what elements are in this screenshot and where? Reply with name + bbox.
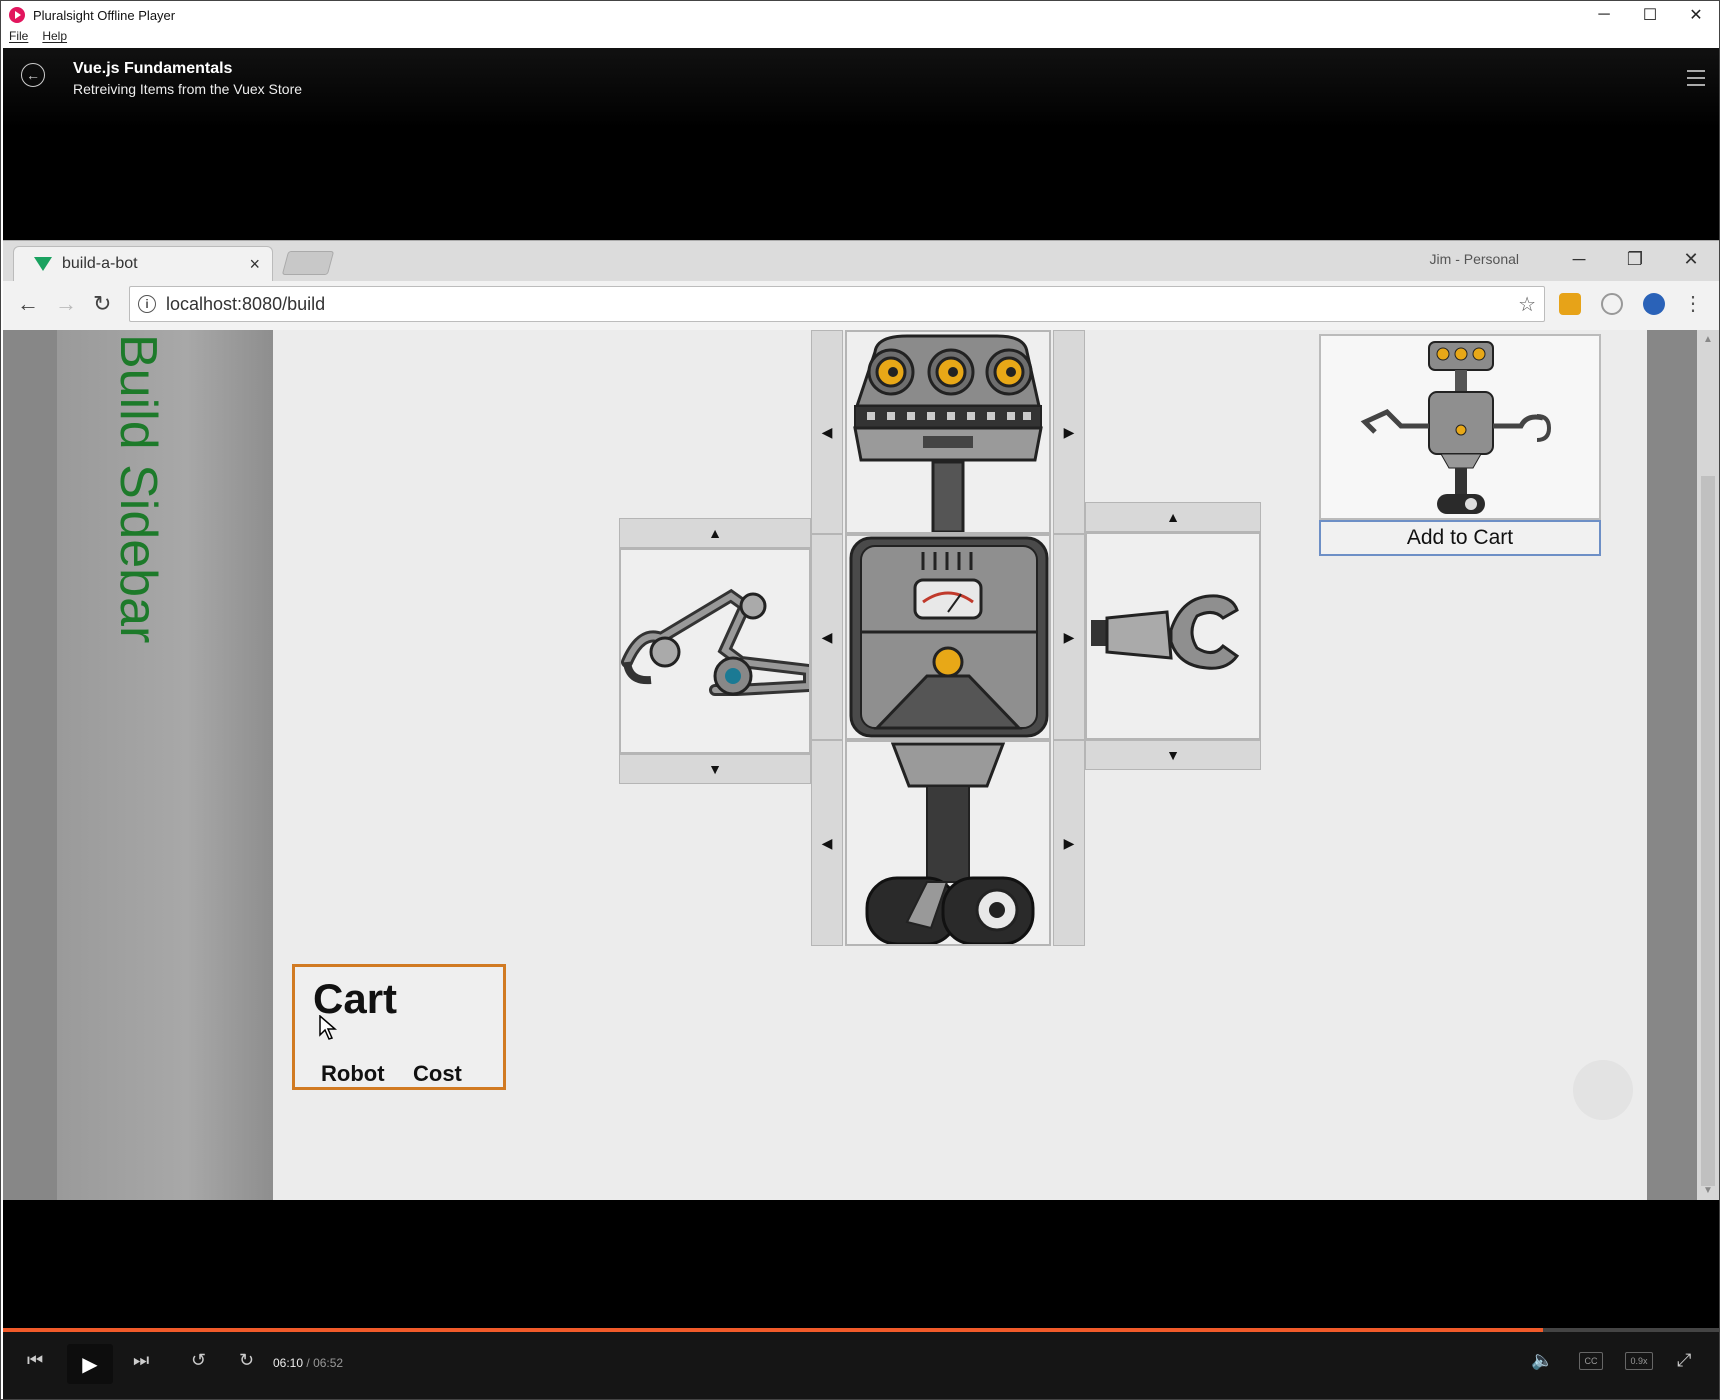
robot-right-arm-part [1085, 532, 1261, 740]
robot-base-image [865, 742, 1035, 946]
url-text: localhost:8080/build [166, 293, 326, 314]
rewind-10-icon[interactable]: ↺ [191, 1350, 206, 1371]
bookmark-star-icon[interactable]: ☆ [1518, 292, 1536, 317]
window-controls: ─ ☐ ✕ [1581, 1, 1719, 29]
web-page: Build Sidebar ◀ ▶ ▲ ▼ ◀ ▶ ▲ ▼ ◀ ▶ Add to… [3, 330, 1719, 1200]
info-icon[interactable]: i [138, 295, 156, 313]
browser-profile-name[interactable]: Jim - Personal [1430, 251, 1519, 267]
close-button[interactable]: ✕ [1673, 1, 1719, 29]
base-next-button[interactable]: ▶ [1053, 740, 1085, 946]
torso-prev-button[interactable]: ◀ [811, 534, 843, 740]
robot-head-image [853, 334, 1043, 534]
torso-next-button[interactable]: ▶ [1053, 534, 1085, 740]
browser-tabstrip: build-a-bot × Jim - Personal ─ ❐ ✕ [3, 241, 1719, 281]
time-display: 06:10 / 06:52 [273, 1356, 343, 1370]
closed-captions-button[interactable]: CC [1579, 1352, 1603, 1370]
menu-help[interactable]: Help [42, 29, 67, 48]
video-player: ← Vue.js Fundamentals Retreiving Items f… [3, 48, 1719, 1399]
play-icon: ▶ [82, 1353, 98, 1376]
menu-bar: File Help [1, 29, 1719, 48]
browser-window-controls: ─ ❐ ✕ [1551, 241, 1719, 279]
fullscreen-icon[interactable]: ⤢ [1677, 1350, 1691, 1371]
robot-torso-part [845, 534, 1051, 740]
robot-preview-image [1360, 341, 1552, 514]
minimize-button[interactable]: ─ [1581, 1, 1627, 29]
window-title: Pluralsight Offline Player [33, 7, 176, 23]
scroll-up-icon[interactable]: ▲ [1703, 334, 1713, 345]
robot-builder: ◀ ▶ ▲ ▼ ◀ ▶ ▲ ▼ ◀ ▶ Add to Cart Cart Rob… [273, 330, 1647, 1200]
page-scrollbar[interactable]: ▲ ▼ [1697, 330, 1719, 1200]
player-header: ← Vue.js Fundamentals Retreiving Items f… [3, 48, 1719, 128]
course-title: Vue.js Fundamentals [73, 60, 233, 77]
extension-icon[interactable] [1559, 293, 1581, 315]
forward-10-icon[interactable]: ↻ [239, 1350, 254, 1371]
robot-torso-image [849, 536, 1049, 738]
next-clip-icon[interactable]: ⏭ [133, 1350, 149, 1371]
module-title: Retreiving Items from the Vuex Store [73, 81, 303, 97]
scroll-down-icon[interactable]: ▼ [1703, 1185, 1713, 1196]
robot-base-part [845, 740, 1051, 946]
duration: 06:52 [313, 1356, 344, 1370]
forward-icon[interactable]: → [55, 291, 77, 317]
browser-tab[interactable]: build-a-bot × [13, 246, 273, 281]
head-prev-button[interactable]: ◀ [811, 330, 843, 534]
cart-column-robot: Robot [321, 1061, 385, 1086]
pluralsight-logo-icon [9, 7, 25, 23]
tab-title: build-a-bot [62, 255, 138, 272]
time-separator: / [306, 1356, 310, 1370]
head-next-button[interactable]: ▶ [1053, 330, 1085, 534]
right-arm-prev-button[interactable]: ▲ [1085, 502, 1261, 532]
address-bar[interactable]: i localhost:8080/build ☆ [129, 286, 1545, 322]
back-arrow-icon[interactable]: ← [21, 63, 45, 87]
browser-restore-button[interactable]: ❐ [1607, 241, 1663, 277]
robot-left-arm-image [621, 588, 815, 696]
robot-preview [1319, 334, 1601, 520]
play-button[interactable]: ▶ [67, 1344, 113, 1384]
play-overlay-icon[interactable] [1573, 1060, 1633, 1120]
robot-left-arm-part [619, 548, 815, 754]
menu-file[interactable]: File [9, 29, 28, 48]
cart-panel: Cart Robot Cost [292, 964, 506, 1090]
browser-toolbar: ← → ↻ i localhost:8080/build ☆ ⋮ [3, 281, 1719, 331]
new-tab-button[interactable] [281, 251, 335, 275]
volume-icon[interactable]: 🔈 [1531, 1350, 1553, 1371]
browser-minimize-button[interactable]: ─ [1551, 241, 1607, 277]
browser-chrome: build-a-bot × Jim - Personal ─ ❐ ✕ ← → ↻ [3, 240, 1719, 331]
tab-close-icon[interactable]: × [249, 254, 260, 275]
base-prev-button[interactable]: ◀ [811, 740, 843, 946]
left-arm-next-button[interactable]: ▼ [619, 754, 811, 784]
previous-clip-icon[interactable]: ⏮ [27, 1350, 43, 1371]
back-icon[interactable]: ← [17, 291, 39, 317]
vue-devtools-eye-icon[interactable] [1643, 293, 1665, 315]
window-titlebar: Pluralsight Offline Player ─ ☐ ✕ [1, 1, 1719, 29]
browser-menu-icon[interactable]: ⋮ [1683, 291, 1703, 316]
scrollbar-thumb[interactable] [1701, 476, 1715, 1186]
browser-close-button[interactable]: ✕ [1663, 241, 1719, 277]
mouse-cursor-icon [319, 1015, 337, 1040]
add-to-cart-button[interactable]: Add to Cart [1319, 520, 1601, 556]
player-controls: ⏮ ▶ ⏭ ↺ ↻ 06:10 / 06:52 🔈 CC 0.9x ⤢ [3, 1332, 1719, 1399]
robot-right-arm-image [1091, 594, 1240, 670]
right-arm-next-button[interactable]: ▼ [1085, 740, 1261, 770]
left-arm-prev-button[interactable]: ▲ [619, 518, 811, 548]
menu-hamburger-icon[interactable] [1687, 70, 1705, 91]
robot-head-part [845, 330, 1051, 534]
cart-column-cost: Cost [413, 1061, 462, 1086]
playback-speed-button[interactable]: 0.9x [1625, 1352, 1653, 1370]
current-time: 06:10 [273, 1356, 304, 1370]
extension-icon[interactable] [1601, 293, 1623, 315]
video-frame[interactable]: build-a-bot × Jim - Personal ─ ❐ ✕ ← → ↻ [3, 240, 1719, 1200]
maximize-button[interactable]: ☐ [1627, 1, 1673, 29]
reload-icon[interactable]: ↻ [93, 291, 111, 317]
vue-logo-icon [34, 257, 52, 271]
pluralsight-window: Pluralsight Offline Player ─ ☐ ✕ File He… [0, 0, 1720, 1400]
sidebar-text: Build Sidebar [109, 334, 167, 644]
